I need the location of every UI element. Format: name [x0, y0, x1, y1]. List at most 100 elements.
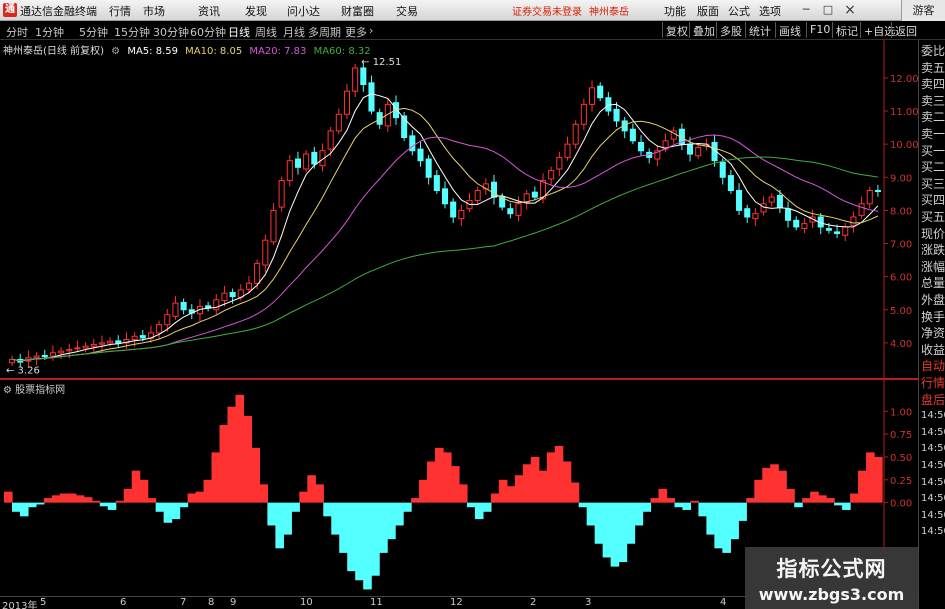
indicator-bar: [115, 500, 125, 503]
side-tab[interactable]: 换手: [921, 310, 945, 324]
adjust-button[interactable]: 复权: [662, 22, 691, 38]
period-60min[interactable]: 60分钟: [190, 24, 226, 40]
menu-item-formula[interactable]: 公式: [728, 3, 750, 19]
indicator-bar: [427, 461, 436, 503]
indicator-bar: [642, 502, 652, 512]
indicator-bar: [666, 498, 676, 503]
indicator-settings-icon[interactable]: ⚙: [3, 385, 12, 396]
draw-line-button[interactable]: 画线: [775, 22, 804, 38]
candle-body: [450, 201, 457, 218]
side-tab[interactable]: 14:50: [921, 459, 945, 473]
side-tab[interactable]: 14:50: [921, 426, 945, 440]
menu-item-wealth[interactable]: 财富圈: [341, 3, 374, 19]
period-30min[interactable]: 30分钟: [153, 24, 189, 40]
indicator-bar: [27, 502, 37, 508]
side-tab[interactable]: 涨幅: [921, 260, 945, 274]
indicator-bar: [203, 479, 213, 503]
candle-body: [490, 181, 498, 198]
period-1min[interactable]: 1分钟: [35, 24, 64, 40]
multi-stock-button[interactable]: 多股: [716, 22, 745, 38]
stats-button[interactable]: 统计: [745, 22, 774, 38]
side-tab[interactable]: 委比: [921, 44, 945, 58]
side-tab[interactable]: 14:50: [921, 442, 945, 456]
indicator-title: 股票指标网: [15, 385, 66, 396]
candle-body: [564, 143, 571, 158]
side-tab[interactable]: 14:50: [921, 525, 945, 539]
indicator-bar: [355, 502, 364, 581]
menu-item-options[interactable]: 选项: [759, 3, 781, 19]
side-tab[interactable]: 现价: [921, 227, 945, 241]
candle-body: [417, 148, 424, 162]
login-status-text[interactable]: 证券交易未登录: [512, 3, 582, 18]
chevron-right-icon[interactable]: ›: [369, 24, 373, 37]
indicator-bar: [802, 498, 811, 503]
side-tab[interactable]: 14:50: [921, 409, 945, 423]
candle-body: [343, 90, 351, 115]
close-icon[interactable]: ×: [842, 2, 858, 18]
indicator-bar: [618, 502, 628, 563]
side-tab[interactable]: 卖二: [921, 110, 945, 124]
side-tab[interactable]: 14:50: [921, 476, 945, 490]
period-tick[interactable]: 分时: [6, 24, 28, 40]
menu-item-layout[interactable]: 版面: [697, 3, 719, 19]
minimize-icon[interactable]: ─: [798, 2, 814, 18]
mark-button[interactable]: 标记: [832, 22, 861, 38]
side-tab[interactable]: 行情: [921, 376, 945, 390]
indicator-bar: [379, 502, 388, 553]
candle-body: [719, 161, 726, 178]
indicator-bar: [147, 498, 157, 503]
side-tab[interactable]: 买五: [921, 210, 945, 224]
period-daily[interactable]: 日线: [228, 24, 250, 40]
back-button[interactable]: 返回: [891, 22, 920, 38]
menu-item-trade[interactable]: 交易: [396, 3, 418, 19]
indicator-bar: [251, 447, 261, 503]
settings-icon[interactable]: ⚙: [111, 46, 120, 57]
indicator-bar: [866, 452, 875, 503]
menu-item-quotes[interactable]: 行情: [109, 3, 131, 19]
side-tab[interactable]: 外盘: [921, 293, 945, 307]
side-panel: 委比卖五卖四卖三卖二卖一买一买二买三买四买五现价涨跌涨幅总量外盘换手净资收益自动…: [918, 40, 945, 609]
period-multi[interactable]: 多周期: [308, 24, 341, 40]
menu-item-market[interactable]: 市场: [143, 3, 165, 19]
candle-body: [294, 158, 302, 168]
overlay-button[interactable]: 叠加: [689, 22, 718, 38]
candle-body: [474, 190, 481, 201]
date-tick-label: 4: [720, 597, 727, 608]
side-tab[interactable]: 收益: [921, 343, 945, 357]
menu-item-functions[interactable]: 功能: [664, 3, 686, 19]
side-tab[interactable]: 卖四: [921, 77, 945, 91]
f10-button[interactable]: F10: [806, 22, 833, 38]
menu-item-news[interactable]: 资讯: [198, 3, 220, 19]
side-tab[interactable]: 卖三: [921, 94, 945, 108]
side-tab[interactable]: 净资: [921, 326, 945, 340]
period-more[interactable]: 更多: [345, 24, 367, 40]
kline-chart[interactable]: 12.00 11.00 10.00 9.00 8.00 7.00 6.00 5.00 4.00 ←…: [0, 40, 918, 379]
side-tab[interactable]: 盘后: [921, 393, 945, 407]
period-weekly[interactable]: 周线: [255, 24, 277, 40]
candle-body: [515, 203, 522, 216]
side-tab[interactable]: 自动: [921, 359, 945, 373]
side-tab[interactable]: 买一: [921, 144, 945, 158]
side-tab[interactable]: 14:50: [921, 492, 945, 506]
side-tab[interactable]: 买四: [921, 193, 945, 207]
maximize-icon[interactable]: □: [820, 2, 836, 18]
menu-item-discover[interactable]: 发现: [245, 3, 267, 19]
candle-body: [221, 292, 228, 301]
indicator-bar: [283, 502, 292, 535]
side-tab[interactable]: 卖一: [921, 127, 945, 141]
candle-body: [74, 347, 81, 350]
candle-body: [270, 209, 277, 243]
price-tick-label: 12.00: [890, 74, 918, 85]
period-5min[interactable]: 5分钟: [79, 24, 108, 40]
period-15min[interactable]: 15分钟: [114, 24, 150, 40]
menu-item-ask[interactable]: 问小达: [287, 3, 320, 19]
period-monthly[interactable]: 月线: [283, 24, 305, 40]
side-tab[interactable]: 买二: [921, 160, 945, 174]
side-tab[interactable]: 买三: [921, 177, 945, 191]
guest-button[interactable]: 游客: [901, 0, 945, 21]
side-tab[interactable]: 卖五: [921, 61, 945, 75]
date-tick-label: 3: [585, 597, 592, 608]
side-tab[interactable]: 涨跌: [921, 243, 945, 257]
side-tab[interactable]: 总量: [921, 276, 945, 290]
side-tab[interactable]: 14:50: [921, 509, 945, 523]
